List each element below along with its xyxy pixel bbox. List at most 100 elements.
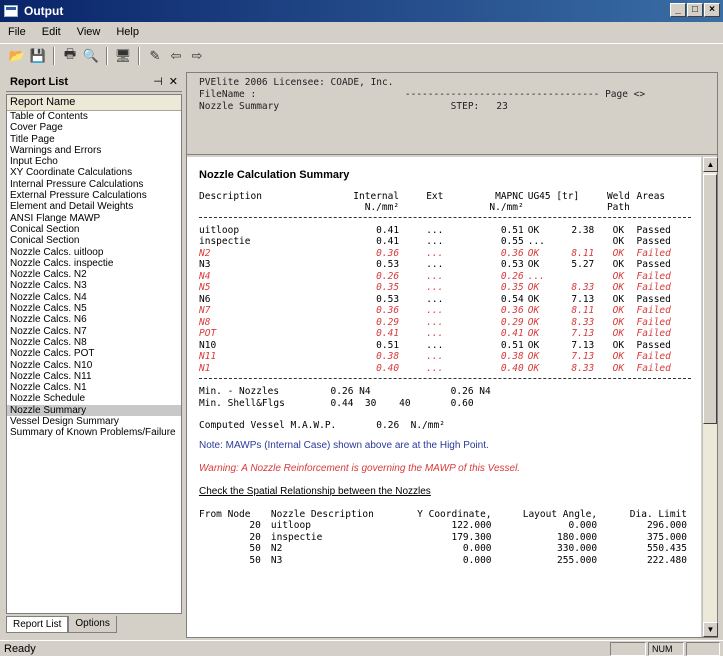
report-list-item[interactable]: Element and Detail Weights: [7, 201, 181, 212]
col-internal: Internal: [353, 191, 400, 202]
nozzle-cell-ok: OK: [527, 351, 540, 363]
spatial-cell-l: 375.000: [646, 531, 687, 543]
report-list-item[interactable]: Input Echo: [7, 156, 181, 167]
nozzle-cell-e: ...: [426, 351, 444, 363]
nozzle-cell-m: 0.40: [500, 362, 524, 374]
nozzle-cell-ok: OK: [527, 316, 540, 328]
nozzle-row: inspectie 0.41... 0.55... OK Passed: [199, 236, 691, 248]
print-preview-icon[interactable]: 🔍: [82, 47, 100, 65]
report-list-item[interactable]: Nozzle Calcs. uitloop: [7, 247, 181, 258]
nozzle-cell-e: ...: [426, 316, 444, 328]
report-list-item[interactable]: Vessel Design Summary: [7, 416, 181, 427]
report-list-item[interactable]: Nozzle Calcs. N7: [7, 326, 181, 337]
pen-icon[interactable]: ✎: [146, 47, 164, 65]
report-list-item[interactable]: Nozzle Calcs. N5: [7, 303, 181, 314]
report-list-item[interactable]: Cover Page: [7, 122, 181, 133]
report-list-item[interactable]: Nozzle Calcs. N6: [7, 314, 181, 325]
spatial-row: 50 N2 0.000 330.000 550.435: [199, 543, 691, 555]
forward-arrow-icon[interactable]: ⇨: [188, 47, 206, 65]
nozzle-cell-m: 0.55: [500, 236, 524, 248]
report-list-pane: Report List ⊣ ✕ Report Name Table of Con…: [6, 72, 182, 638]
report-list-item[interactable]: Nozzle Calcs. inspectie: [7, 258, 181, 269]
nozzle-row: N5 0.35... 0.35 OK 8.33 OK Failed: [199, 282, 691, 294]
report-list-item[interactable]: Conical Section: [7, 224, 181, 235]
spatial-relationship-link[interactable]: Check the Spatial Relationship between t…: [199, 486, 691, 497]
spatial-cell-l: 550.435: [646, 543, 687, 555]
nozzle-cell-i: 0.35: [376, 282, 400, 294]
menu-view[interactable]: View: [75, 25, 103, 39]
spatial-cell-n: 20: [249, 520, 261, 532]
report-list-item[interactable]: Conical Section: [7, 235, 181, 246]
report-list-item[interactable]: Summary of Known Problems/Failure: [7, 427, 181, 438]
report-list-item[interactable]: Warnings and Errors: [7, 145, 181, 156]
nozzle-cell-ok: ...: [527, 270, 545, 282]
nozzle-cell-e: ...: [426, 236, 444, 248]
report-list-item[interactable]: Nozzle Calcs. N1: [7, 382, 181, 393]
nozzle-cell-d: N8: [199, 316, 211, 328]
report-list-item[interactable]: Nozzle Summary: [7, 404, 181, 417]
toolbar-separator: [53, 46, 55, 65]
monitor-icon[interactable]: 🖥: [114, 47, 132, 65]
report-list-item[interactable]: Nozzle Schedule: [7, 393, 181, 404]
report-list-item[interactable]: Title Page: [7, 134, 181, 145]
nozzle-cell-tr: 7.13: [571, 293, 595, 305]
vertical-scrollbar[interactable]: ▲ ▼: [702, 157, 718, 637]
menu-edit[interactable]: Edit: [40, 25, 63, 39]
back-arrow-icon[interactable]: ⇦: [167, 47, 185, 65]
open-icon[interactable]: 📂: [8, 47, 26, 65]
menu-help[interactable]: Help: [114, 25, 141, 39]
spatial-cell-a: 330.000: [557, 543, 598, 555]
divider: [199, 378, 691, 380]
save-icon[interactable]: 💾: [29, 47, 47, 65]
filename-line: FileName : -----------------------------…: [199, 89, 646, 100]
report-list-item[interactable]: Nozzle Calcs. N8: [7, 337, 181, 348]
spatial-cell-d: N2: [270, 543, 283, 555]
spatial-cell-n: 50: [249, 554, 261, 566]
close-pane-icon[interactable]: ✕: [169, 75, 178, 88]
scroll-thumb[interactable]: [703, 174, 717, 424]
scroll-down-icon[interactable]: ▼: [703, 622, 718, 637]
report-list-item[interactable]: Nozzle Calcs. POT: [7, 348, 181, 359]
nozzle-row: N6 0.53... 0.54 OK 7.13 OK Passed: [199, 294, 691, 306]
pin-icon[interactable]: ⊣: [153, 75, 163, 88]
print-icon[interactable]: 🖶: [61, 46, 79, 65]
spatial-cell-a: 0.000: [568, 520, 598, 532]
nozzle-cell-d: N3: [199, 259, 211, 271]
nozzle-cell-ok: OK: [527, 224, 540, 236]
nozzle-cell-a: Failed: [636, 351, 671, 363]
nozzle-cell-tr: 8.33: [571, 362, 595, 374]
report-list-item[interactable]: XY Coordinate Calculations: [7, 167, 181, 178]
report-list-item[interactable]: Table of Contents: [7, 111, 181, 122]
tab-report-list[interactable]: Report List: [6, 616, 69, 633]
close-button[interactable]: ×: [704, 3, 720, 17]
report-list-item[interactable]: Nozzle Calcs. N11: [7, 371, 181, 382]
menu-file[interactable]: File: [6, 25, 28, 39]
report-list-item[interactable]: Nozzle Calcs. N2: [7, 269, 181, 280]
step-line: Nozzle Summary STEP: 23: [199, 101, 508, 112]
col-ug45: UG45 [tr]: [527, 191, 580, 202]
nozzle-cell-i: 0.38: [376, 351, 400, 363]
nozzle-cell-a: Failed: [636, 282, 671, 294]
nozzle-cell-d: N6: [199, 293, 211, 305]
nozzle-cell-ok: OK: [527, 259, 540, 271]
nozzle-cell-tr: [553, 236, 601, 248]
report-list-item[interactable]: ANSI Flange MAWP: [7, 213, 181, 224]
status-bar: Ready NUM: [0, 640, 723, 656]
report-list-item[interactable]: Nozzle Calcs. N10: [7, 360, 181, 371]
nozzle-cell-i: 0.41: [376, 224, 400, 236]
report-list-item[interactable]: Nozzle Calcs. N4: [7, 292, 181, 303]
tab-options[interactable]: Options: [68, 616, 117, 633]
report-list-item[interactable]: Internal Pressure Calculations: [7, 179, 181, 190]
report-list-item[interactable]: External Pressure Calculations: [7, 190, 181, 201]
nozzle-cell-m: 0.29: [500, 316, 524, 328]
report-name-column-header[interactable]: Report Name: [7, 95, 181, 111]
report-list-item[interactable]: Nozzle Calcs. N3: [7, 280, 181, 291]
nozzle-cell-m: 0.51: [500, 224, 524, 236]
nozzle-row: uitloop 0.41... 0.51 OK 2.38 OK Passed: [199, 225, 691, 237]
scroll-up-icon[interactable]: ▲: [703, 157, 718, 172]
nozzle-cell-tr: 7.13: [571, 328, 595, 340]
nozzle-cell-ok: OK: [527, 293, 540, 305]
maximize-button[interactable]: □: [687, 3, 703, 17]
minimize-button[interactable]: _: [670, 3, 686, 17]
spatial-cell-y: 0.000: [462, 554, 492, 566]
